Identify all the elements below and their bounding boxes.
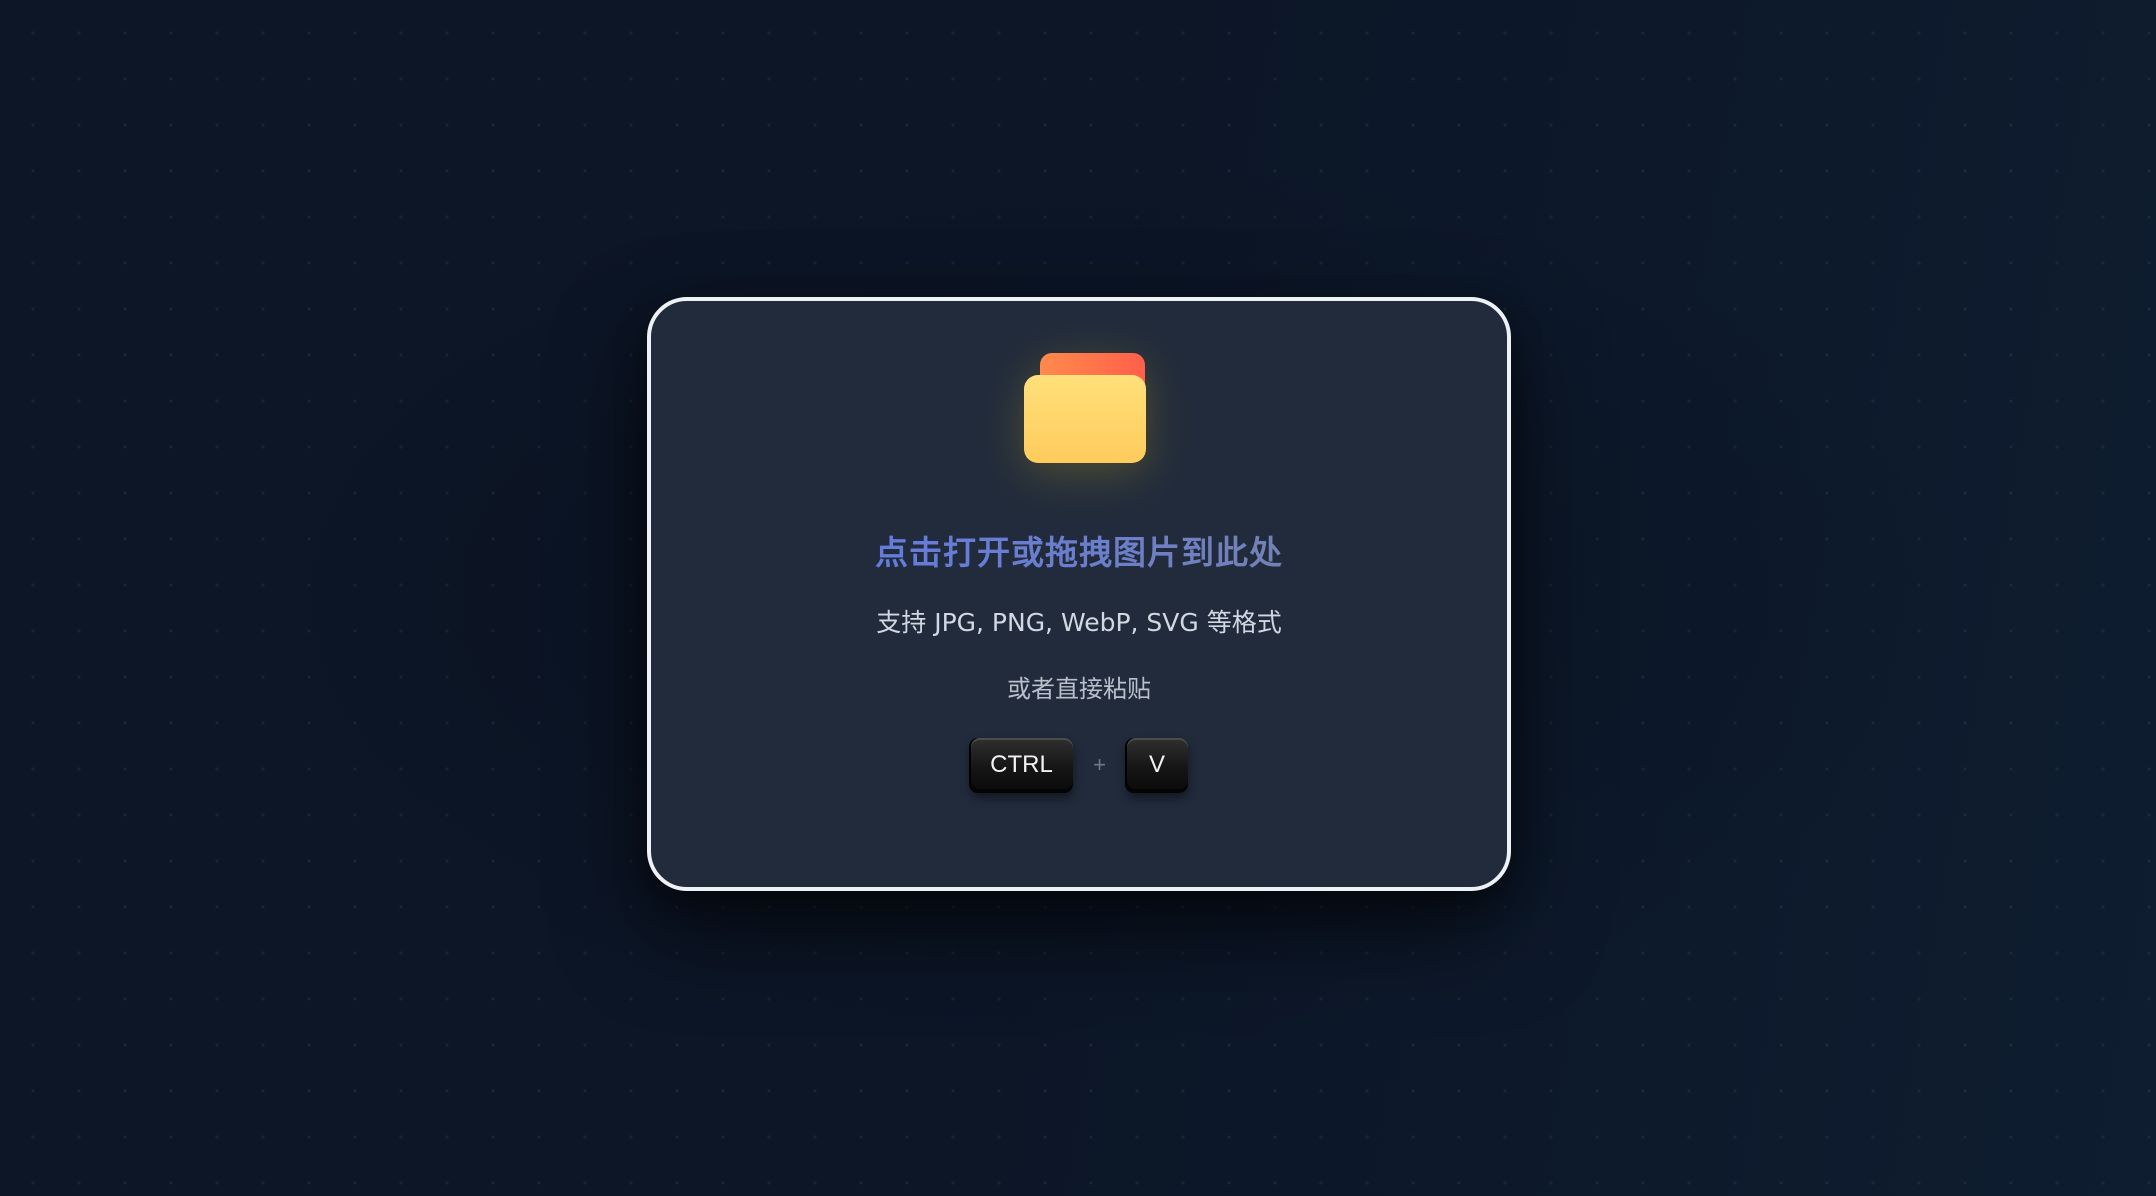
- v-key: V: [1126, 737, 1188, 793]
- image-drop-zone[interactable]: 点击打开或拖拽图片到此处 支持 JPG, PNG, WebP, SVG 等格式 …: [647, 297, 1511, 891]
- drop-zone-title: 点击打开或拖拽图片到此处: [651, 533, 1507, 573]
- paste-hint-text: 或者直接粘贴: [1007, 675, 1151, 703]
- ctrl-key: CTRL: [970, 737, 1073, 793]
- shortcut-plus: +: [1093, 752, 1106, 777]
- supported-formats-text: 支持 JPG, PNG, WebP, SVG 等格式: [876, 608, 1282, 637]
- paste-shortcut: CTRL + V: [651, 736, 1507, 794]
- folder-icon: [1023, 351, 1149, 467]
